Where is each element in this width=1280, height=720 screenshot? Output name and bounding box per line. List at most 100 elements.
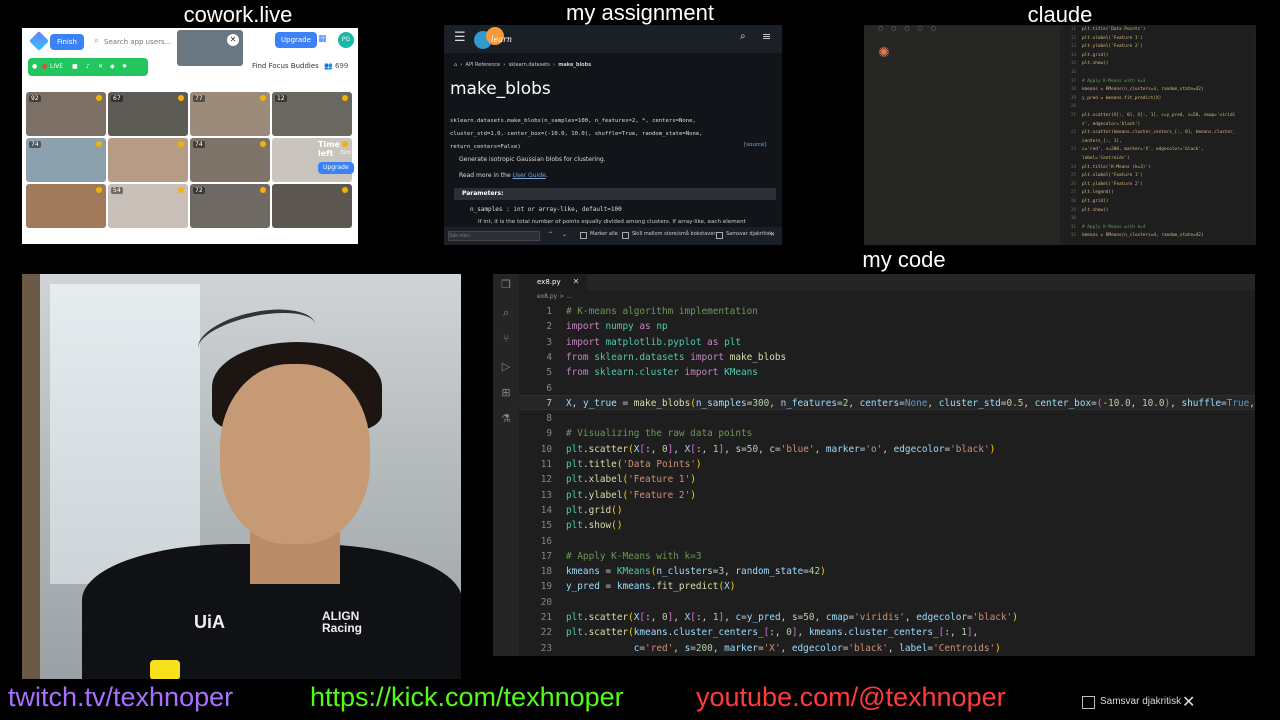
mic-icon[interactable]: ♪	[86, 58, 90, 76]
code-line[interactable]: 4 from sklearn.datasets import make_blobs	[519, 350, 1255, 365]
code-line[interactable]: 17 # Apply K-Means with k=3	[519, 549, 1255, 564]
docs-header: ☰ learn ⌕ ≡	[444, 25, 782, 53]
code-line[interactable]: 7 X, y_true = make_blobs(n_samples=300, n…	[519, 396, 1255, 411]
video-tile[interactable]: 92	[26, 92, 106, 136]
code-line[interactable]: 2 import numpy as np	[519, 319, 1255, 334]
line-code: plt.scatter(X[:, 0], X[:, 1], s=50, c='b…	[566, 442, 995, 457]
video-tile[interactable]: 74	[190, 138, 270, 182]
upgrade-button-secondary[interactable]: Upgrade	[318, 162, 354, 174]
code-line[interactable]: 16	[519, 534, 1255, 549]
video-tile[interactable]: 54	[108, 184, 188, 228]
source-control-icon[interactable]: ⑂	[499, 332, 513, 346]
code-line[interactable]: 13 plt.ylabel('Feature 2')	[519, 488, 1255, 503]
code-line[interactable]: 10 plt.scatter(X[:, 0], X[:, 1], s=50, c=…	[519, 442, 1255, 457]
code-line[interactable]: 18 kmeans = KMeans(n_clusters=3, random_s…	[519, 564, 1255, 579]
code-line[interactable]: 1 # K-means algorithm implementation	[519, 304, 1255, 319]
code-token: =	[599, 566, 617, 578]
testing-icon[interactable]: ⚗	[499, 412, 513, 426]
code-line[interactable]: 22 plt.scatter(kmeans.cluster_centers_[:,…	[519, 625, 1255, 640]
code-line[interactable]: 15 plt.show()	[519, 518, 1255, 533]
youtube-link[interactable]: youtube.com/@texhnoper	[696, 682, 1006, 713]
close-icon[interactable]: ✕	[770, 231, 775, 238]
video-tile[interactable]: 67	[108, 92, 188, 136]
tools-icon[interactable]: ✕	[98, 58, 103, 76]
line-code: plt.scatter(X[:, 0], X[:, 1], c=y_pred, …	[1082, 113, 1236, 118]
highlight-all-checkbox[interactable]	[580, 232, 587, 239]
video-tile[interactable]: 72	[190, 184, 270, 228]
search-icon[interactable]: ⌕	[499, 306, 513, 320]
shirt-logo-uia: UiA	[194, 612, 225, 632]
user-guide-link[interactable]: User Guide	[513, 172, 546, 179]
video-tile[interactable]	[108, 138, 188, 182]
tile-status-icon	[96, 187, 102, 193]
line-number: 13	[540, 489, 552, 501]
param-n-samples-desc: If int, it is the total number of points…	[478, 219, 746, 225]
camera-icon[interactable]: ■	[72, 58, 78, 76]
match-diacritics-checkbox[interactable]	[716, 232, 723, 239]
code-line[interactable]: 6	[519, 381, 1255, 396]
code-line[interactable]: 21 plt.scatter(X[:, 0], X[:, 1], c=y_pred…	[519, 610, 1255, 625]
sklearn-logo[interactable]: learn	[474, 27, 526, 51]
source-link[interactable]: [source]	[744, 142, 767, 148]
chat-toolbar-icons[interactable]: ○ ○ ○ ○ ○	[878, 25, 939, 32]
breadcrumb-item[interactable]: API Reference	[466, 62, 501, 68]
tile-status-icon	[342, 187, 348, 193]
code-token: numpy	[605, 321, 640, 333]
find-input[interactable]	[448, 231, 540, 241]
upgrade-button[interactable]: Upgrade	[275, 32, 317, 48]
live-label: LIVE	[50, 63, 64, 70]
find-next-icon[interactable]: ⌄	[562, 231, 567, 238]
code-token: ,	[673, 612, 685, 623]
find-focus-buddies-link[interactable]: Find Focus Buddies	[252, 62, 319, 70]
video-tile[interactable]: 77	[190, 92, 270, 136]
home-icon[interactable]: ⌂	[454, 62, 457, 68]
code-token: 50	[746, 443, 759, 455]
twitch-link[interactable]: twitch.tv/texhnoper	[8, 682, 233, 713]
avatar[interactable]: PG	[338, 32, 354, 48]
code-line[interactable]: 3 import matplotlib.pyplot as plt	[519, 335, 1255, 350]
code-line[interactable]: 9 # Visualizing the raw data points	[519, 426, 1255, 441]
finish-button[interactable]: Finish	[50, 34, 84, 50]
menu-icon[interactable]: ☰	[454, 30, 466, 45]
shield-icon[interactable]: ◆	[110, 58, 115, 76]
breadcrumb[interactable]: ex8.py > ...	[537, 293, 572, 300]
close-icon[interactable]: ✕	[573, 277, 580, 286]
code-token: ,	[904, 612, 917, 623]
video-tile[interactable]	[26, 184, 106, 228]
chevron-down-icon[interactable]: ⌄	[132, 58, 146, 76]
yellow-object	[150, 660, 180, 679]
code-line[interactable]: 14 plt.grid()	[519, 503, 1255, 518]
code-line[interactable]: 8	[519, 411, 1255, 426]
code-token: marker	[825, 443, 860, 455]
match-diacritics-checkbox[interactable]	[1082, 696, 1095, 709]
code-token: ,	[882, 443, 894, 455]
close-icon[interactable]: ✕	[1182, 692, 1195, 711]
match-case-checkbox[interactable]	[622, 232, 629, 239]
explorer-icon[interactable]: ❐	[499, 278, 513, 292]
search-icon[interactable]: ⌕	[740, 31, 746, 42]
code-line[interactable]: 11 plt.title('Data Points')	[519, 457, 1255, 472]
gear-icon[interactable]: ✹	[122, 58, 127, 76]
code-line[interactable]: 19 y_pred = kmeans.fit_predict(X)	[519, 579, 1255, 594]
run-debug-icon[interactable]: ▷	[499, 360, 513, 374]
extensions-icon[interactable]: ⊞	[499, 386, 513, 400]
breadcrumb-item[interactable]: sklearn.datasets	[509, 62, 550, 68]
find-prev-icon[interactable]: ⌃	[548, 231, 553, 238]
read-more: Read more in the User Guide.	[459, 172, 548, 179]
grid-icon[interactable]: ▦	[318, 34, 327, 44]
code-line[interactable]: 5 from sklearn.cluster import KMeans	[519, 365, 1255, 380]
toc-icon[interactable]: ≡	[762, 30, 771, 43]
video-tile[interactable]: 74	[26, 138, 106, 182]
tab-ex8[interactable]: ex8.py ✕	[519, 274, 588, 290]
video-tile[interactable]	[272, 184, 352, 228]
close-icon[interactable]: ✕	[227, 34, 239, 46]
live-toolbar: ● ● LIVE ■ ♪ ✕ ◆ ✹	[28, 58, 148, 76]
video-tile[interactable]: 12	[272, 92, 352, 136]
code-token: plt	[566, 443, 583, 455]
search-input[interactable]	[104, 34, 184, 50]
code-token: True	[1226, 397, 1250, 409]
code-line[interactable]: 12 plt.xlabel('Feature 1')	[519, 472, 1255, 487]
code-line[interactable]: 23 c='red', s=200, marker='X', edgecolor…	[519, 641, 1255, 656]
kick-link[interactable]: https://kick.com/texhnoper	[310, 682, 624, 713]
code-line[interactable]: 20	[519, 595, 1255, 610]
